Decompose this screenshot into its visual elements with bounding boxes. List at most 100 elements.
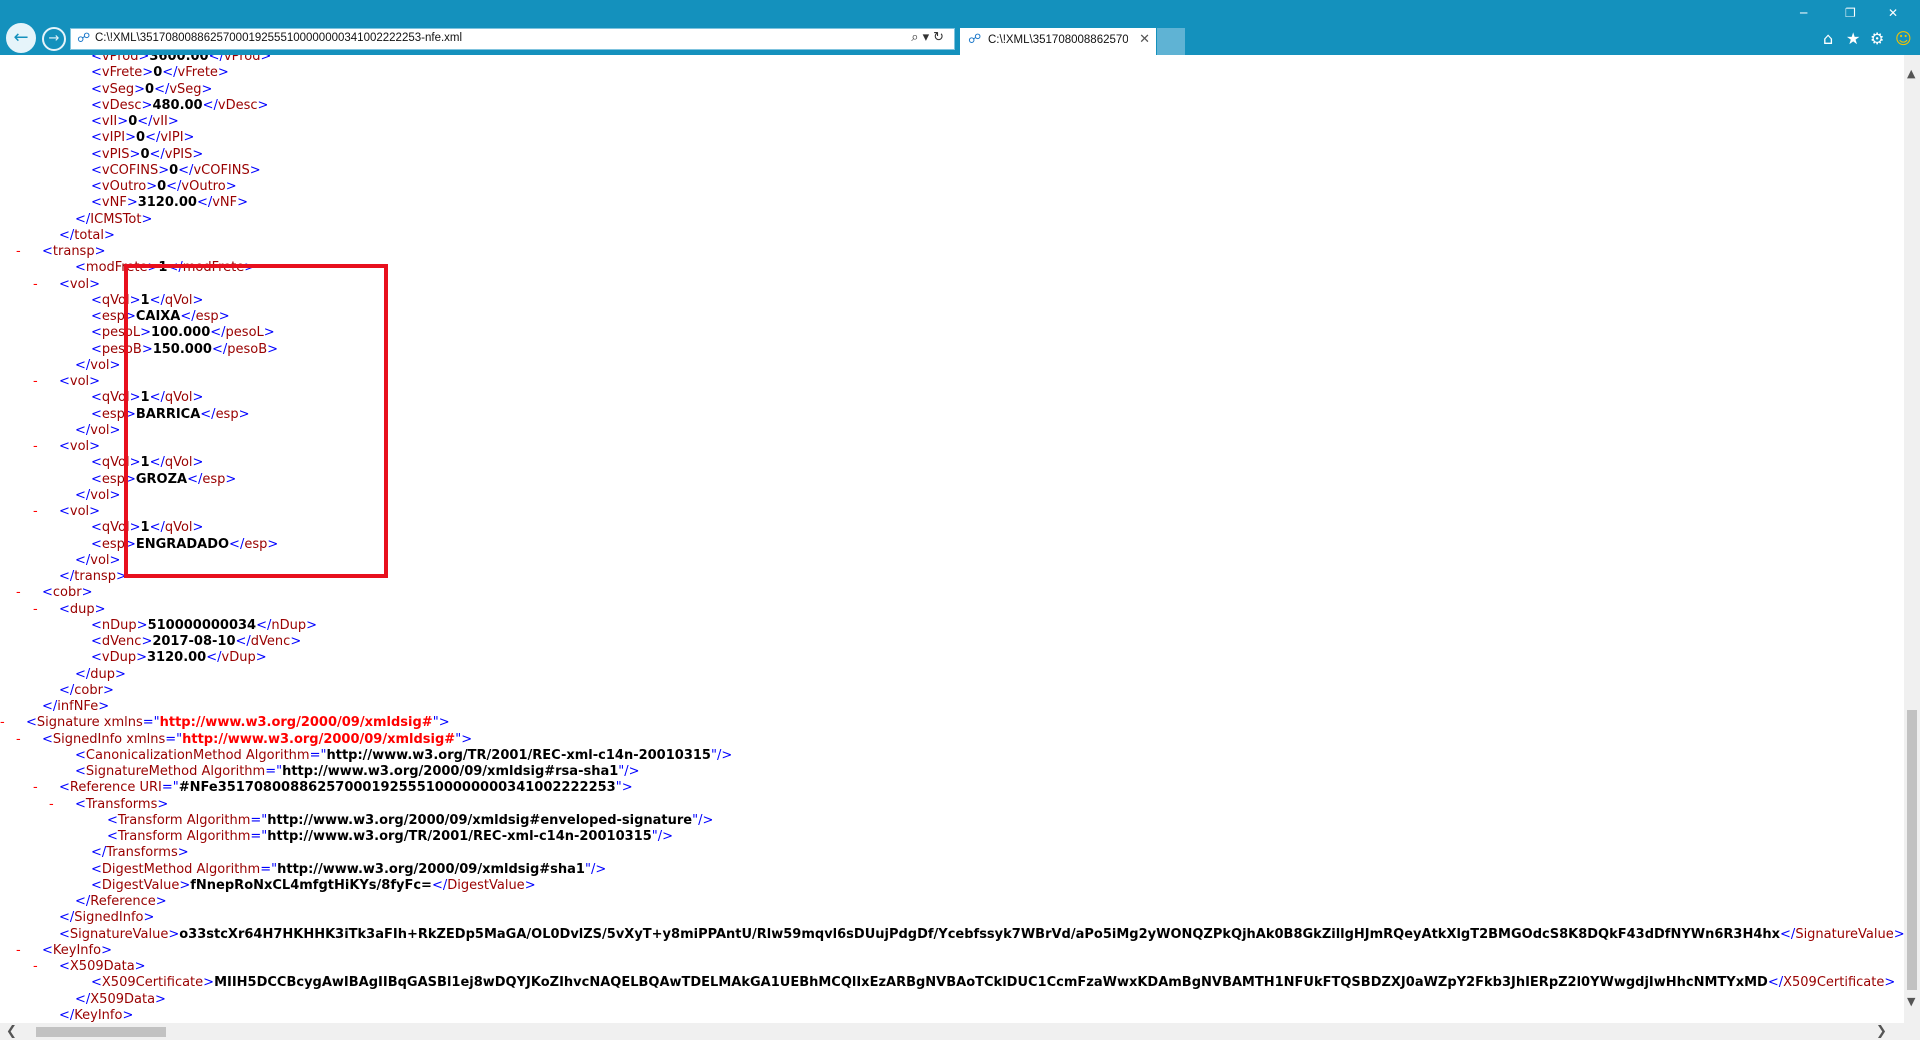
xml-tag-name: vNF bbox=[101, 195, 127, 211]
tab-current[interactable]: ☍ C:\!XML\3517080088625700... ✕ bbox=[960, 28, 1156, 55]
address-bar[interactable]: ☍ C:\!XML\351708008862570001925551000000… bbox=[70, 28, 955, 50]
xml-tag-name: esp bbox=[101, 471, 125, 487]
xml-tag-name: total bbox=[74, 227, 105, 243]
xml-line: <vOutro>0</vOutro> bbox=[91, 179, 237, 194]
smiley-icon[interactable]: ☺ bbox=[1895, 29, 1912, 48]
collapse-toggle[interactable]: - bbox=[16, 244, 27, 260]
back-arrow-icon[interactable]: ← bbox=[6, 23, 36, 53]
collapse-toggle[interactable]: - bbox=[16, 943, 27, 959]
home-icon[interactable]: ⌂ bbox=[1823, 29, 1833, 48]
xml-line: <SignatureValue>o33stcXr64H7HKHHK3iTk3aF… bbox=[59, 926, 1904, 942]
highlight-box bbox=[124, 264, 388, 578]
xml-tag-name: vII bbox=[101, 114, 118, 129]
collapse-toggle[interactable]: - bbox=[33, 277, 44, 293]
vertical-scrollbar[interactable]: ▲ ▼ bbox=[1904, 55, 1920, 1023]
xml-line: </Transforms> bbox=[91, 845, 189, 861]
xml-line[interactable]: - <X509Data> bbox=[33, 959, 146, 975]
xml-tag-name: vPIS bbox=[164, 146, 193, 162]
collapse-toggle[interactable]: - bbox=[16, 732, 27, 748]
xml-line: </transp> bbox=[59, 569, 127, 584]
xml-text-value: 3120.00 bbox=[137, 195, 197, 211]
xml-attr-value: #NFe351708008862570001925551000000003410… bbox=[178, 780, 616, 796]
collapse-toggle[interactable]: - bbox=[16, 585, 27, 601]
xml-line[interactable]: - <Transforms> bbox=[49, 797, 168, 813]
xml-line: <vSeg>0</vSeg> bbox=[91, 81, 213, 97]
xml-line: <vFrete>0</vFrete> bbox=[91, 65, 229, 81]
xml-tag-name: vol bbox=[90, 552, 110, 568]
xml-line[interactable]: - <cobr> bbox=[16, 585, 93, 601]
xml-line[interactable]: - <vol> bbox=[33, 374, 100, 390]
horizontal-scrollbar[interactable]: ❮ ❯ bbox=[0, 1023, 1920, 1040]
xml-tag-name: vSeg bbox=[169, 81, 202, 97]
search-icon[interactable]: ⌕ bbox=[911, 30, 922, 45]
xml-line[interactable]: - <dup> bbox=[33, 602, 106, 618]
xml-line[interactable]: - <KeyInfo> bbox=[16, 943, 112, 959]
xml-line[interactable]: - <vol> bbox=[33, 277, 100, 293]
xml-line[interactable]: - <Reference URI="#NFe3517080088625700019… bbox=[33, 780, 633, 796]
scroll-right-icon[interactable]: ❯ bbox=[1876, 1024, 1887, 1039]
xml-line[interactable]: - <vol> bbox=[33, 439, 100, 455]
xml-text-value: fNnepRoNxCL4mfgtHiKYs/8fyFc= bbox=[190, 877, 432, 893]
xml-tag-name: vOutro bbox=[181, 179, 226, 194]
xml-tag-name: vDesc bbox=[217, 97, 258, 113]
star-icon[interactable]: ★ bbox=[1846, 29, 1860, 48]
xml-tag-name: Signature bbox=[36, 715, 100, 731]
xml-tag-name: esp bbox=[101, 536, 125, 552]
xml-tag-name: vFrete bbox=[177, 65, 218, 81]
xml-line[interactable]: - <SignedInfo xmlns="http://www.w3.org/20… bbox=[16, 732, 472, 748]
xml-line: </KeyInfo> bbox=[59, 1007, 134, 1023]
xml-tag-name: SignatureValue bbox=[69, 926, 169, 942]
scroll-up-icon[interactable]: ▲ bbox=[1907, 67, 1915, 80]
xml-line[interactable]: - <vol> bbox=[33, 504, 100, 520]
xml-tag-name: X509Certificate bbox=[1783, 975, 1885, 991]
xml-tag-name: vII bbox=[152, 114, 168, 129]
xml-attr-name: Algorithm bbox=[197, 764, 266, 779]
scroll-down-icon[interactable]: ▼ bbox=[1907, 995, 1915, 1008]
xml-line[interactable]: - <transp> bbox=[16, 244, 106, 260]
collapse-toggle[interactable]: - bbox=[49, 797, 60, 813]
xml-line: </vol> bbox=[75, 422, 121, 438]
close-icon[interactable]: ✕ bbox=[1139, 32, 1150, 47]
xml-attr-value: http://www.w3.org/2000/09/xmldsig#rsa-sh… bbox=[282, 764, 619, 779]
horizontal-scroll-thumb[interactable] bbox=[36, 1027, 166, 1037]
collapse-toggle[interactable]: - bbox=[33, 780, 44, 796]
xml-line: </ICMSTot> bbox=[75, 211, 153, 227]
xml-attr-name: Algorithm bbox=[182, 812, 251, 828]
address-url[interactable]: C:\!XML\35170800886257000192555100000000… bbox=[95, 32, 462, 44]
tab-page-icon: ☍ bbox=[968, 32, 982, 47]
address-tools: ⌕▾↻ bbox=[911, 30, 948, 45]
xml-text-value: 0 bbox=[136, 130, 146, 146]
restore-icon[interactable]: ❐ bbox=[1845, 6, 1856, 20]
gear-icon[interactable]: ⚙ bbox=[1870, 29, 1884, 48]
collapse-toggle[interactable]: - bbox=[0, 715, 11, 731]
collapse-toggle[interactable]: - bbox=[33, 374, 44, 390]
collapse-toggle[interactable]: - bbox=[33, 504, 44, 520]
minimize-icon[interactable]: ─ bbox=[1800, 6, 1807, 20]
collapse-toggle[interactable]: - bbox=[33, 602, 44, 618]
collapse-toggle[interactable]: - bbox=[33, 439, 44, 455]
xml-line: <vDesc>480.00</vDesc> bbox=[91, 97, 269, 113]
xml-tag-name: X509Data bbox=[90, 991, 156, 1007]
vertical-scroll-thumb[interactable] bbox=[1907, 710, 1917, 990]
xml-tag-name: KeyInfo bbox=[52, 942, 102, 958]
xml-tag-name: dup bbox=[69, 601, 95, 617]
new-tab-button[interactable] bbox=[1157, 28, 1185, 55]
scroll-left-icon[interactable]: ❮ bbox=[6, 1024, 17, 1039]
xml-tag-name: vIPI bbox=[160, 130, 184, 146]
close-icon[interactable]: ✕ bbox=[1888, 6, 1898, 20]
xml-attr-value: http://www.w3.org/2000/09/xmldsig# bbox=[159, 715, 433, 731]
xml-text-value: MIIH5DCCBcygAwIBAgIIBqGASBl1ej8wDQYJKoZI… bbox=[214, 975, 1768, 991]
xml-tag-name: ICMSTot bbox=[90, 211, 142, 227]
xml-tag-name: vol bbox=[69, 439, 90, 454]
forward-arrow-icon[interactable]: → bbox=[42, 27, 66, 51]
refresh-icon[interactable]: ↻ bbox=[933, 30, 948, 45]
chevron-down-icon[interactable]: ▾ bbox=[923, 30, 934, 45]
collapse-toggle[interactable]: - bbox=[33, 959, 44, 975]
xml-line[interactable]: - <Signature xmlns="http://www.w3.org/200… bbox=[0, 715, 450, 731]
xml-attr-name: xmlns bbox=[122, 731, 166, 747]
xml-text-value: 0 bbox=[169, 162, 179, 178]
xml-line: </total> bbox=[59, 227, 115, 243]
xml-tag-name: vIPI bbox=[101, 130, 126, 146]
xml-text-value: 0 bbox=[128, 114, 138, 129]
xml-line: <vIPI>0</vIPI> bbox=[91, 130, 195, 146]
